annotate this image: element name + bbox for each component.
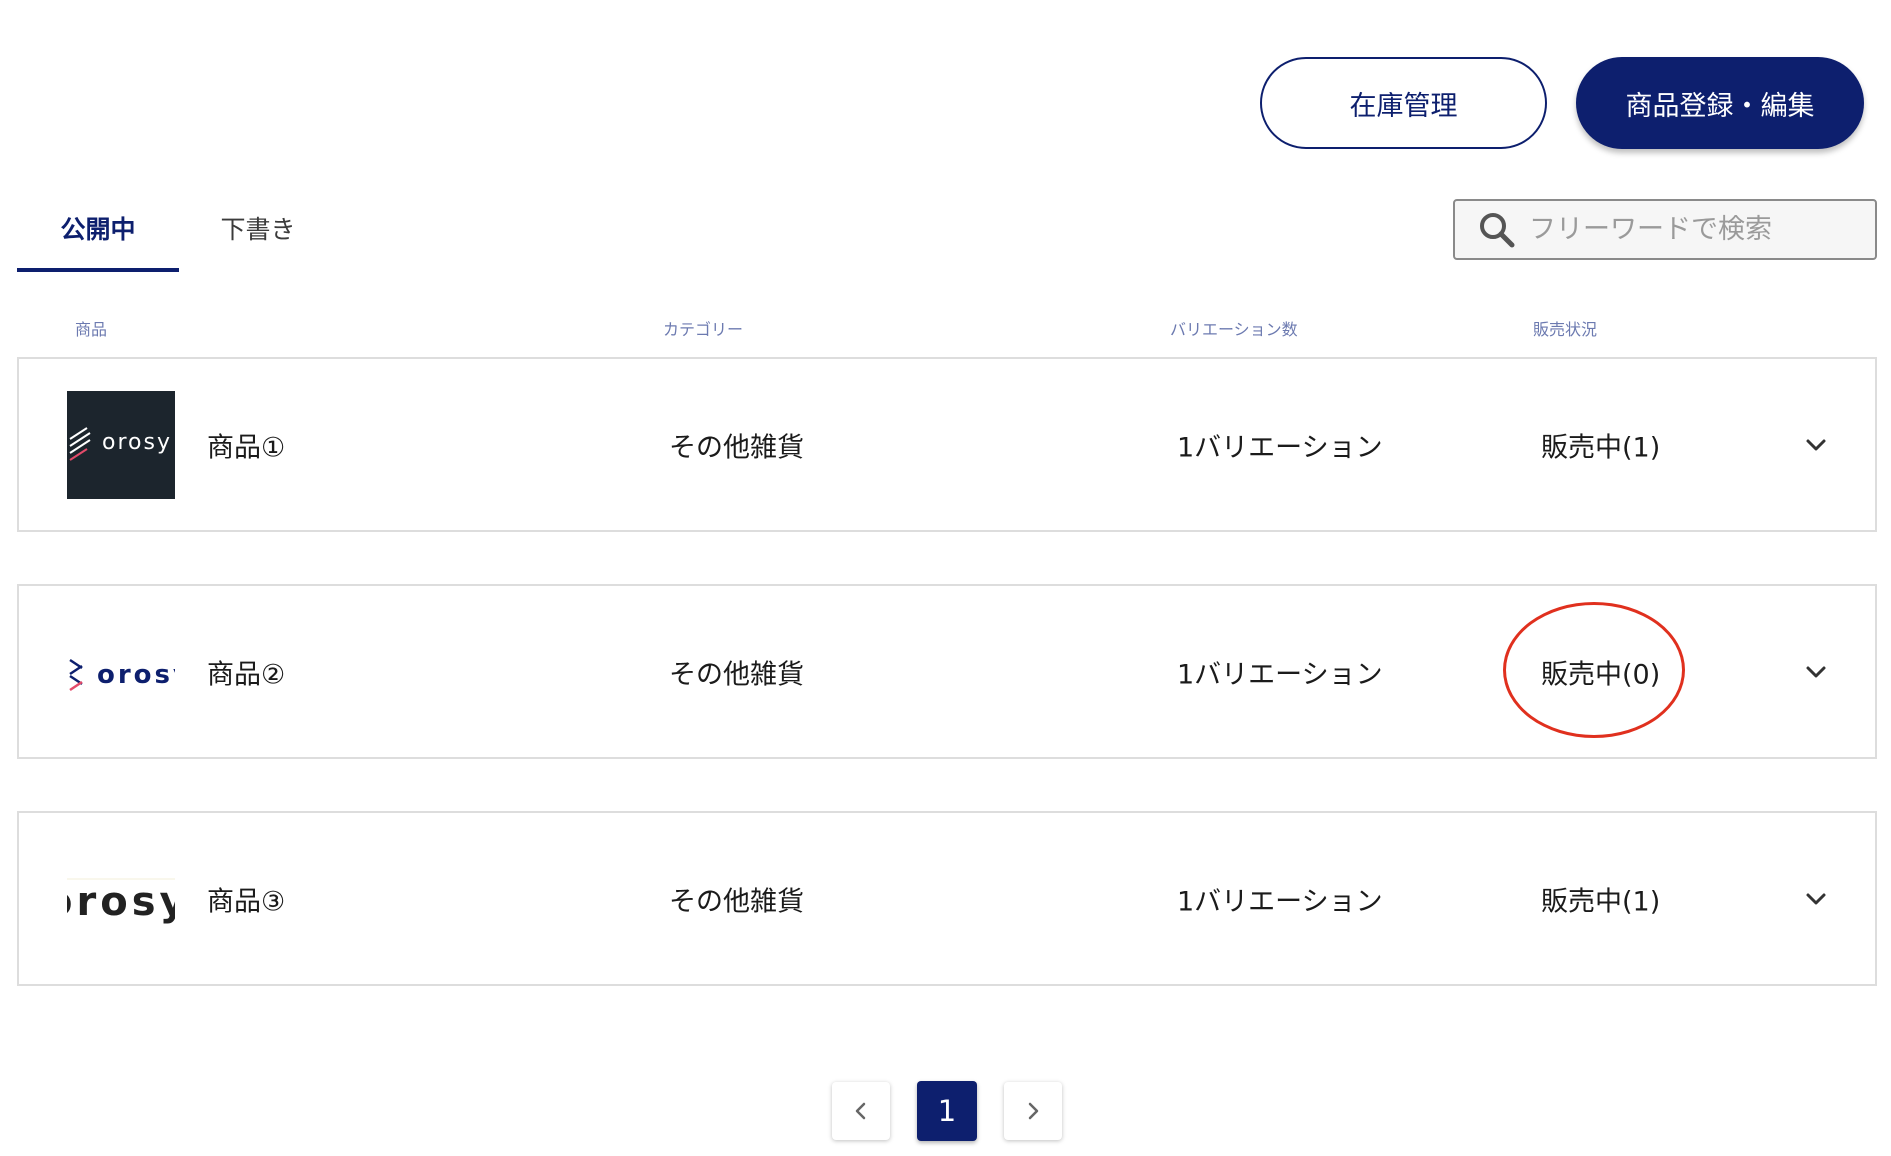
svg-text:orosy: orosy (67, 879, 175, 925)
product-thumbnail: orosy (67, 845, 175, 953)
orosy-logo-icon: orosy (67, 845, 175, 953)
column-header-product: 商品 (75, 320, 108, 339)
product-row[interactable]: orosy 商品② その他雑貨 1バリエーション 販売中(0) (17, 584, 1877, 759)
chevron-down-icon[interactable] (1802, 431, 1830, 459)
inventory-management-label: 在庫管理 (1349, 90, 1458, 122)
orosy-logo-icon: orosy (67, 618, 175, 726)
product-variations: 1バリエーション (1177, 886, 1383, 917)
pagination-next-button[interactable] (1004, 1082, 1062, 1140)
product-sales-status: 販売中(1) (1541, 432, 1661, 463)
product-name: 商品② (207, 659, 286, 690)
chevron-down-icon[interactable] (1802, 658, 1830, 686)
pagination-page-current[interactable]: 1 (917, 1081, 977, 1141)
search-input[interactable] (1529, 214, 1849, 245)
svg-text:orosy: orosy (102, 430, 172, 455)
tab-published[interactable]: 公開中 (17, 210, 179, 272)
product-row[interactable]: orosy 商品① その他雑貨 1バリエーション 販売中(1) (17, 357, 1877, 532)
column-header-sales-status: 販売状況 (1533, 320, 1598, 339)
search-box[interactable] (1453, 199, 1877, 260)
product-thumbnail: orosy (67, 618, 175, 726)
tab-drafts[interactable]: 下書き (198, 210, 318, 272)
svg-text:orosy: orosy (97, 660, 175, 690)
register-edit-product-label: 商品登録・編集 (1625, 90, 1815, 122)
product-variations: 1バリエーション (1177, 659, 1383, 690)
column-header-category: カテゴリー (663, 320, 744, 339)
chevron-right-icon (1028, 1102, 1039, 1120)
product-category: その他雑貨 (669, 659, 804, 690)
product-category: その他雑貨 (669, 432, 804, 463)
product-variations: 1バリエーション (1177, 432, 1383, 463)
product-sales-status: 販売中(1) (1541, 886, 1661, 917)
register-edit-product-button[interactable]: 商品登録・編集 (1576, 57, 1864, 149)
product-sales-status: 販売中(0) (1541, 659, 1661, 690)
search-icon (1480, 212, 1515, 247)
tab-drafts-label: 下書き (220, 215, 296, 244)
chevron-left-icon (855, 1102, 866, 1120)
pagination-page-number: 1 (937, 1094, 957, 1128)
column-header-variations: バリエーション数 (1170, 320, 1298, 339)
product-category: その他雑貨 (669, 886, 804, 917)
product-name: 商品③ (207, 886, 286, 917)
product-row[interactable]: orosy 商品③ その他雑貨 1バリエーション 販売中(1) (17, 811, 1877, 986)
tab-published-label: 公開中 (60, 215, 136, 244)
chevron-down-icon[interactable] (1802, 885, 1830, 913)
pagination-prev-button[interactable] (832, 1082, 890, 1140)
product-name: 商品① (207, 432, 286, 463)
inventory-management-button[interactable]: 在庫管理 (1260, 57, 1547, 149)
product-thumbnail: orosy (67, 391, 175, 499)
orosy-logo-icon: orosy (67, 391, 175, 499)
